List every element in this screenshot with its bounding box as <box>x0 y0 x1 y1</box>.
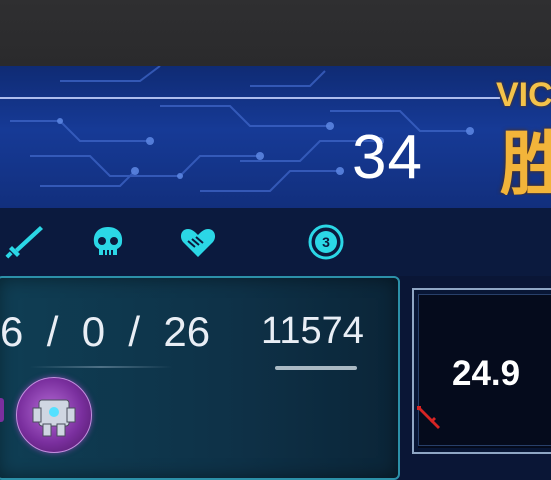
score-value: 34 <box>352 123 423 192</box>
banner-divider <box>0 97 500 99</box>
gold-underline <box>275 366 357 370</box>
skull-icon <box>93 227 123 255</box>
victory-badge: VIC 胜 <box>488 70 551 195</box>
result-banner <box>0 66 551 208</box>
stat-icon-row <box>0 208 551 276</box>
item-icon[interactable] <box>16 377 92 453</box>
top-bar <box>0 0 551 66</box>
circuit-pattern <box>10 66 474 192</box>
kda-value: 6 / 0 / 26 <box>0 308 211 355</box>
damage-sword-icon <box>417 406 440 429</box>
coin-icon: 3 <box>308 224 344 260</box>
mech-item-icon <box>32 399 76 437</box>
damage-value: 24.9 <box>452 354 521 393</box>
handshake-heart-icon <box>180 229 216 257</box>
kda-underline <box>30 366 172 368</box>
item-slot-partial <box>0 398 4 422</box>
gold-value: 11574 <box>261 310 364 352</box>
svg-text:3: 3 <box>322 234 330 250</box>
victory-text-cn: 胜 <box>500 123 551 195</box>
sword-icon <box>5 226 43 259</box>
